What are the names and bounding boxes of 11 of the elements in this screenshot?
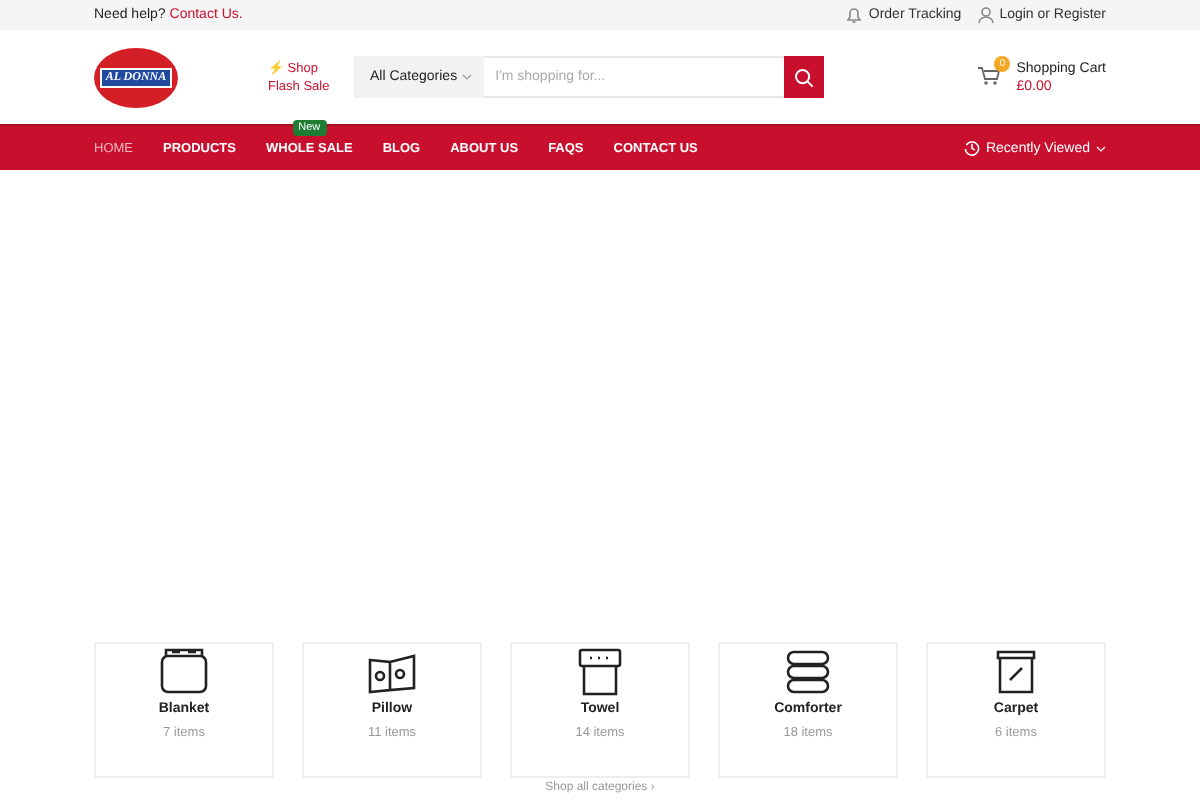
chevron-down-icon: [461, 74, 472, 80]
user-icon: [977, 6, 994, 24]
cart-icon[interactable]: [978, 65, 1001, 85]
towel-icon: [574, 648, 626, 696]
comforter-icon: [782, 648, 834, 696]
history-icon: [963, 140, 980, 156]
search-button[interactable]: [783, 56, 824, 98]
search-icon: [793, 67, 814, 87]
blanket-icon: [158, 648, 210, 696]
bell-icon: [846, 6, 863, 24]
chevron-down-icon: [1096, 145, 1106, 151]
